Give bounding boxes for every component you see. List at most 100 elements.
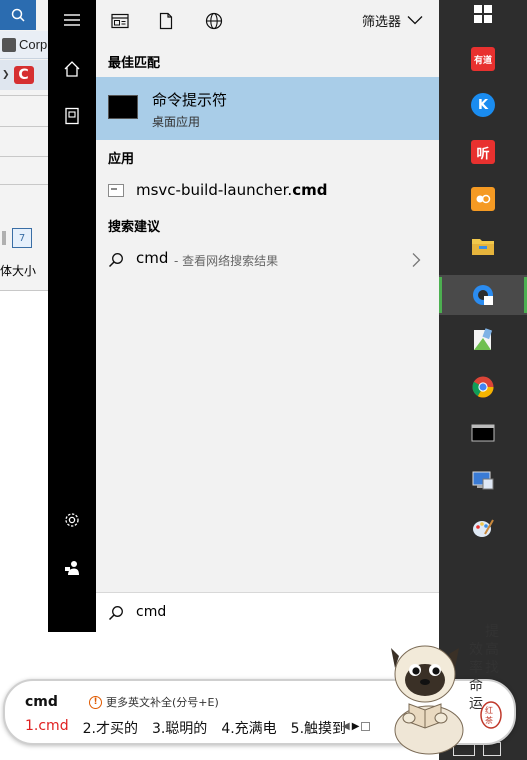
ime-next-page-icon[interactable]: ▶	[352, 721, 360, 732]
document-icon	[159, 12, 173, 30]
cmd-window-icon	[471, 424, 495, 442]
background-toolbar: ❯ C	[0, 60, 48, 90]
search-results-panel: 筛选器 最佳匹配 命令提示符 桌面应用 应用 msvc-build-launch…	[96, 0, 439, 632]
web-suggestion-term: cmd	[136, 249, 169, 267]
chevron-right-icon	[412, 253, 421, 267]
qq-game-icon	[471, 187, 495, 211]
search-icon	[11, 8, 25, 22]
ime-candidate[interactable]: 5.触摸到	[291, 718, 346, 738]
filter-bar: 筛选器	[96, 0, 439, 42]
feedback-person-icon	[65, 561, 79, 575]
background-browser-tab[interactable]: Corp	[0, 31, 48, 59]
ime-expand-icon[interactable]	[361, 722, 371, 731]
background-search-button[interactable]	[0, 0, 36, 30]
taskbar-active-indicator	[439, 277, 442, 313]
mascot-text-char: 提	[485, 624, 499, 640]
windows-logo-icon	[474, 5, 492, 23]
background-app-window: Corp ❯ C 7 体大小	[0, 0, 48, 632]
mascot-text-char: 效	[469, 642, 483, 658]
mascot-text-char: 命	[469, 677, 483, 694]
ime-composition-text: cmd	[25, 694, 58, 710]
app-result-name-highlight: cmd	[292, 181, 328, 199]
settings-button[interactable]	[48, 500, 96, 540]
hamburger-icon	[64, 14, 80, 26]
taskbar-app-notes[interactable]	[463, 320, 503, 360]
section-header-apps: 应用	[108, 152, 135, 167]
home-button[interactable]	[48, 49, 96, 89]
tab-favicon-icon	[2, 37, 16, 52]
filter-dropdown[interactable]: 筛选器	[362, 10, 423, 30]
background-icon-row: 7	[0, 222, 48, 254]
mascot-text-char: 率	[469, 659, 483, 676]
app-result-name-prefix: msvc-build-launcher.	[136, 181, 293, 199]
seal-text: 茶	[485, 715, 493, 725]
feedback-button[interactable]	[48, 548, 96, 588]
remote-desktop-icon	[472, 471, 494, 490]
info-icon: !	[89, 695, 102, 709]
cmd-file-icon	[108, 184, 124, 197]
start-button[interactable]	[463, 0, 503, 34]
taskbar-app-remote[interactable]	[463, 461, 503, 501]
web-suggestion-item[interactable]: cmd - 查看网络搜索结果	[96, 244, 439, 274]
app-result-item[interactable]: msvc-build-launcher.cmd	[96, 176, 439, 206]
chrome-icon	[472, 376, 494, 398]
search-icon	[108, 253, 123, 268]
ime-candidate[interactable]: 2.才买的	[83, 718, 138, 738]
taskbar-app-kugou[interactable]: K	[463, 85, 503, 125]
taskbar-app-youdao[interactable]: 有道	[463, 39, 503, 79]
apps-grid-icon	[111, 13, 129, 29]
notebook-icon	[65, 107, 79, 125]
divider	[0, 184, 48, 185]
ime-candidate[interactable]: 3.聪明的	[152, 718, 207, 738]
ime-candidate[interactable]: 4.充满电	[221, 718, 276, 738]
taskbar-app-explorer[interactable]	[463, 226, 503, 266]
app-result-name: msvc-build-launcher.cmd	[136, 181, 327, 199]
filter-dropdown-label: 筛选器	[361, 14, 401, 30]
brand-logo-icon[interactable]: C	[13, 66, 34, 84]
chevron-down-icon	[407, 16, 423, 25]
mascot-text-char: 高	[485, 641, 499, 658]
gear-icon	[65, 513, 79, 527]
ting-icon: 听	[471, 140, 495, 164]
globe-icon	[205, 12, 223, 30]
hamburger-menu-button[interactable]	[48, 0, 96, 40]
taskbar-app-game[interactable]	[463, 179, 503, 219]
search-input[interactable]: cmd	[136, 604, 166, 620]
ime-candidate[interactable]: 1.cmd	[25, 718, 69, 738]
font-size-label: 体大小	[0, 263, 37, 278]
divider	[0, 156, 48, 157]
ime-prev-page-icon[interactable]: ◀	[342, 721, 350, 732]
taskbar-app-ting[interactable]: 听	[463, 132, 503, 172]
filter-apps-button[interactable]	[110, 11, 130, 31]
background-tab-label: Corp	[19, 37, 48, 52]
divider	[0, 126, 48, 127]
start-menu-rail	[48, 0, 96, 632]
taskbar-app-paint[interactable]	[463, 508, 503, 548]
mascot-text-char: 运	[469, 696, 483, 712]
kugou-icon: K	[471, 93, 495, 117]
taskbar-app-cmd[interactable]	[463, 413, 503, 453]
calendar-icon[interactable]: 7	[12, 228, 32, 248]
seal-text: 红	[485, 705, 493, 715]
taskbar-app-chrome[interactable]	[463, 367, 503, 407]
notepad-app-icon	[474, 328, 493, 350]
filter-documents-button[interactable]	[156, 11, 176, 31]
divider	[0, 95, 48, 96]
cortana-browser-icon	[473, 285, 493, 305]
ime-page-controls: ◀ ▶	[342, 721, 371, 732]
ime-candidate-list: 1.cmd 2.才买的 3.聪明的 4.充满电 5.触摸到	[25, 718, 346, 738]
best-match-result[interactable]: 命令提示符 桌面应用	[96, 77, 439, 140]
ime-hint-text: 更多英文补全(分号+E)	[106, 696, 219, 709]
section-header-suggestions: 搜索建议	[108, 220, 161, 235]
background-content-panel	[0, 290, 48, 632]
toolbar-separator	[2, 231, 6, 245]
ime-hint: ! 更多英文补全(分号+E)	[89, 694, 219, 710]
documents-button[interactable]	[48, 96, 96, 136]
best-match-title: 命令提示符	[152, 91, 228, 109]
youdao-icon: 有道	[471, 47, 495, 71]
taskbar-app-browser[interactable]	[463, 275, 503, 315]
best-match-subtitle: 桌面应用	[152, 115, 201, 129]
pug-mascot-sticker: 提 高 效 率 找 命 运 红 茶	[391, 624, 502, 755]
search-icon	[108, 606, 123, 621]
filter-web-button[interactable]	[204, 11, 224, 31]
